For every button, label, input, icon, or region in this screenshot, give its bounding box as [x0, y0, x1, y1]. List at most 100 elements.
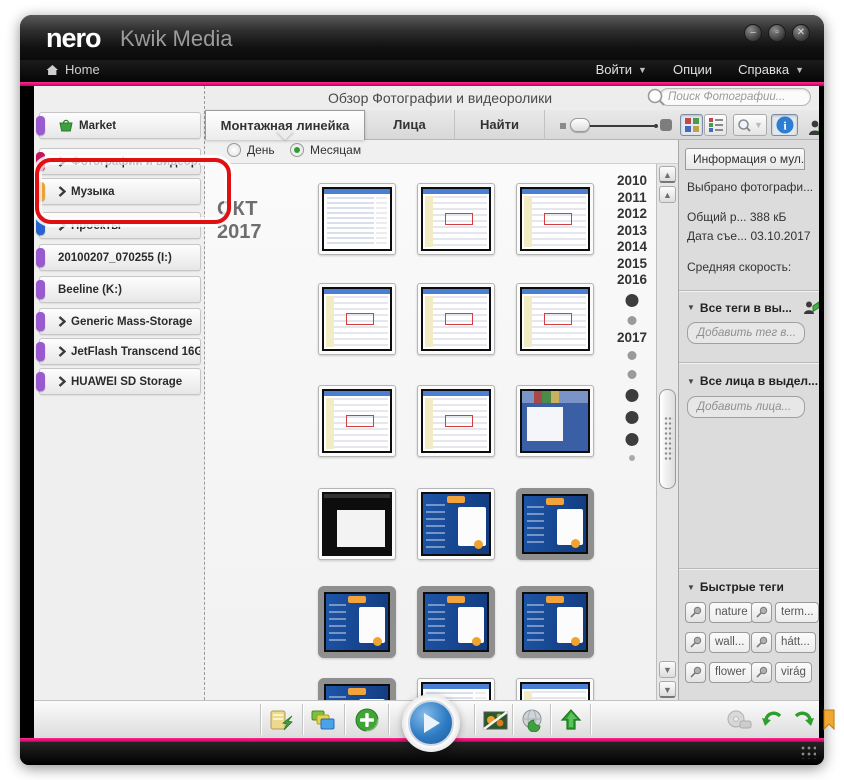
radio-circle[interactable]	[227, 143, 241, 157]
photo-thumbnail[interactable]	[318, 678, 396, 700]
detail-view-button[interactable]	[704, 114, 727, 136]
undo-button[interactable]	[756, 705, 790, 735]
timeline-dot[interactable]	[626, 389, 639, 402]
faces-section-header[interactable]: ▼ Все лица в выдел...	[687, 374, 818, 388]
sidebar-item[interactable]: Музыка	[39, 178, 201, 205]
add-new-button[interactable]	[350, 705, 384, 735]
photo-thumbnail[interactable]	[417, 586, 495, 658]
timeline-year[interactable]: 2010	[610, 173, 654, 188]
timeline-year[interactable]: 2011	[610, 190, 654, 205]
photo-thumbnail[interactable]	[318, 488, 396, 560]
collapse-triangle-icon: ▼	[687, 377, 695, 386]
resize-grip[interactable]	[800, 745, 816, 759]
timeline-year[interactable]: 2015	[610, 256, 654, 271]
photo-thumbnail[interactable]	[417, 283, 495, 355]
timeline-dot[interactable]	[626, 294, 639, 307]
quick-tag-button[interactable]: nature	[709, 602, 753, 623]
maximize-button[interactable]: ▫	[768, 24, 786, 42]
sidebar-item[interactable]: Market	[39, 112, 201, 139]
tab-faces[interactable]: Лица	[365, 110, 455, 140]
pin-tag-button[interactable]	[685, 662, 706, 683]
photo-thumbnail[interactable]	[417, 488, 495, 560]
info-panel-tab[interactable]: Информация о мул...	[685, 148, 805, 170]
timeline-year[interactable]: 2012	[610, 206, 654, 221]
sidebar-item[interactable]: Generic Mass-Storage	[39, 308, 201, 335]
photo-thumbnail[interactable]	[516, 488, 594, 560]
zoom-slider-handle[interactable]	[570, 118, 590, 132]
sidebar-item[interactable]: JetFlash Transcend 16GB	[39, 338, 201, 365]
photo-thumbnail[interactable]	[318, 586, 396, 658]
photo-thumbnail[interactable]	[516, 678, 594, 700]
menu-login[interactable]: Войти▼	[596, 62, 647, 77]
scroll-down-button[interactable]: ▼	[659, 661, 676, 678]
photo-thumbnail[interactable]	[516, 183, 594, 255]
tags-section-header[interactable]: ▼ Все теги в вы...	[687, 300, 819, 315]
sidebar-item[interactable]: Проекты	[39, 212, 201, 239]
quick-tag-button[interactable]: flower	[709, 662, 752, 683]
scroll-up-button[interactable]: ▲	[659, 186, 676, 203]
edit-photo-button[interactable]	[478, 705, 512, 735]
timeline-year[interactable]: 2014	[610, 239, 654, 254]
pin-tag-button[interactable]	[751, 632, 772, 653]
timeline-year[interactable]: 2017	[610, 330, 654, 345]
minimize-button[interactable]: –	[744, 24, 762, 42]
home-button[interactable]: Home	[46, 62, 100, 77]
photo-thumbnail[interactable]	[318, 183, 396, 255]
timeline-dot[interactable]	[628, 351, 637, 360]
photo-thumbnail[interactable]	[417, 183, 495, 255]
tab-timeline[interactable]: Монтажная линейка	[205, 110, 365, 140]
photo-thumbnail[interactable]	[516, 586, 594, 658]
timeline-dot[interactable]	[628, 370, 637, 379]
scrollbar-thumb[interactable]	[659, 389, 676, 489]
play-button[interactable]	[408, 700, 454, 746]
bookmark-button[interactable]	[812, 705, 844, 735]
info-toggle-button[interactable]: i	[771, 114, 798, 136]
timeline-dot[interactable]	[626, 433, 639, 446]
close-button[interactable]: ✕	[792, 24, 810, 42]
vertical-scrollbar[interactable]: ▲ ▲ ▼ ▼	[656, 164, 678, 700]
photo-thumbnail[interactable]	[516, 283, 594, 355]
person-green-arrow-icon	[803, 300, 819, 315]
radio-month[interactable]: Месяцам	[290, 143, 361, 157]
scroll-top-button[interactable]: ▲	[659, 166, 676, 183]
publish-online-button[interactable]	[516, 705, 550, 735]
pin-tag-button[interactable]	[751, 662, 772, 683]
radio-day[interactable]: День	[227, 143, 275, 157]
copy-collections-button[interactable]	[306, 705, 340, 735]
timeline-dot[interactable]	[628, 316, 637, 325]
quick-tag-button[interactable]: hátt...	[775, 632, 816, 653]
tab-search[interactable]: Найти	[455, 110, 545, 140]
photo-thumbnail[interactable]	[516, 385, 594, 457]
thumbnail-view-button[interactable]	[680, 114, 703, 136]
quick-tag-button[interactable]: wall...	[709, 632, 750, 653]
timeline-year[interactable]: 2016	[610, 272, 654, 287]
zoom-slider[interactable]	[560, 110, 672, 140]
preview-zoom-button[interactable]: ▼	[733, 114, 767, 136]
menu-options[interactable]: Опции	[673, 62, 712, 77]
photo-thumbnail[interactable]	[318, 283, 396, 355]
sidebar-item[interactable]: HUAWEI SD Storage	[39, 368, 201, 395]
quick-tag-button[interactable]: term...	[775, 602, 819, 623]
timeline-dot[interactable]	[629, 455, 635, 461]
upload-button[interactable]	[554, 705, 588, 735]
sidebar-item[interactable]: Beeline (K:)	[39, 276, 201, 303]
pin-tag-button[interactable]	[751, 602, 772, 623]
scroll-bottom-button[interactable]: ▼	[659, 681, 676, 698]
add-tag-input[interactable]: Добавить тег в...	[687, 322, 805, 344]
photo-thumbnail[interactable]	[318, 385, 396, 457]
face-tag-button[interactable]	[801, 112, 819, 142]
timeline-dot[interactable]	[626, 411, 639, 424]
burn-disc-button[interactable]	[722, 705, 756, 735]
photo-thumbnail[interactable]	[417, 385, 495, 457]
sidebar-item[interactable]: 20100207_070255 (I:)	[39, 244, 201, 271]
pin-tag-button[interactable]	[685, 602, 706, 623]
sidebar-item[interactable]: Фотографии и видеор...	[39, 148, 201, 175]
search-input[interactable]: Поиск Фотографии...	[659, 88, 811, 106]
pin-tag-button[interactable]	[685, 632, 706, 653]
menu-help[interactable]: Справка▼	[738, 62, 804, 77]
import-media-button[interactable]	[264, 705, 298, 735]
quick-tag-button[interactable]: virág	[775, 662, 812, 683]
timeline-year[interactable]: 2013	[610, 223, 654, 238]
quick-tags-header[interactable]: ▼ Быстрые теги	[687, 580, 784, 594]
add-face-input[interactable]: Добавить лица...	[687, 396, 805, 418]
